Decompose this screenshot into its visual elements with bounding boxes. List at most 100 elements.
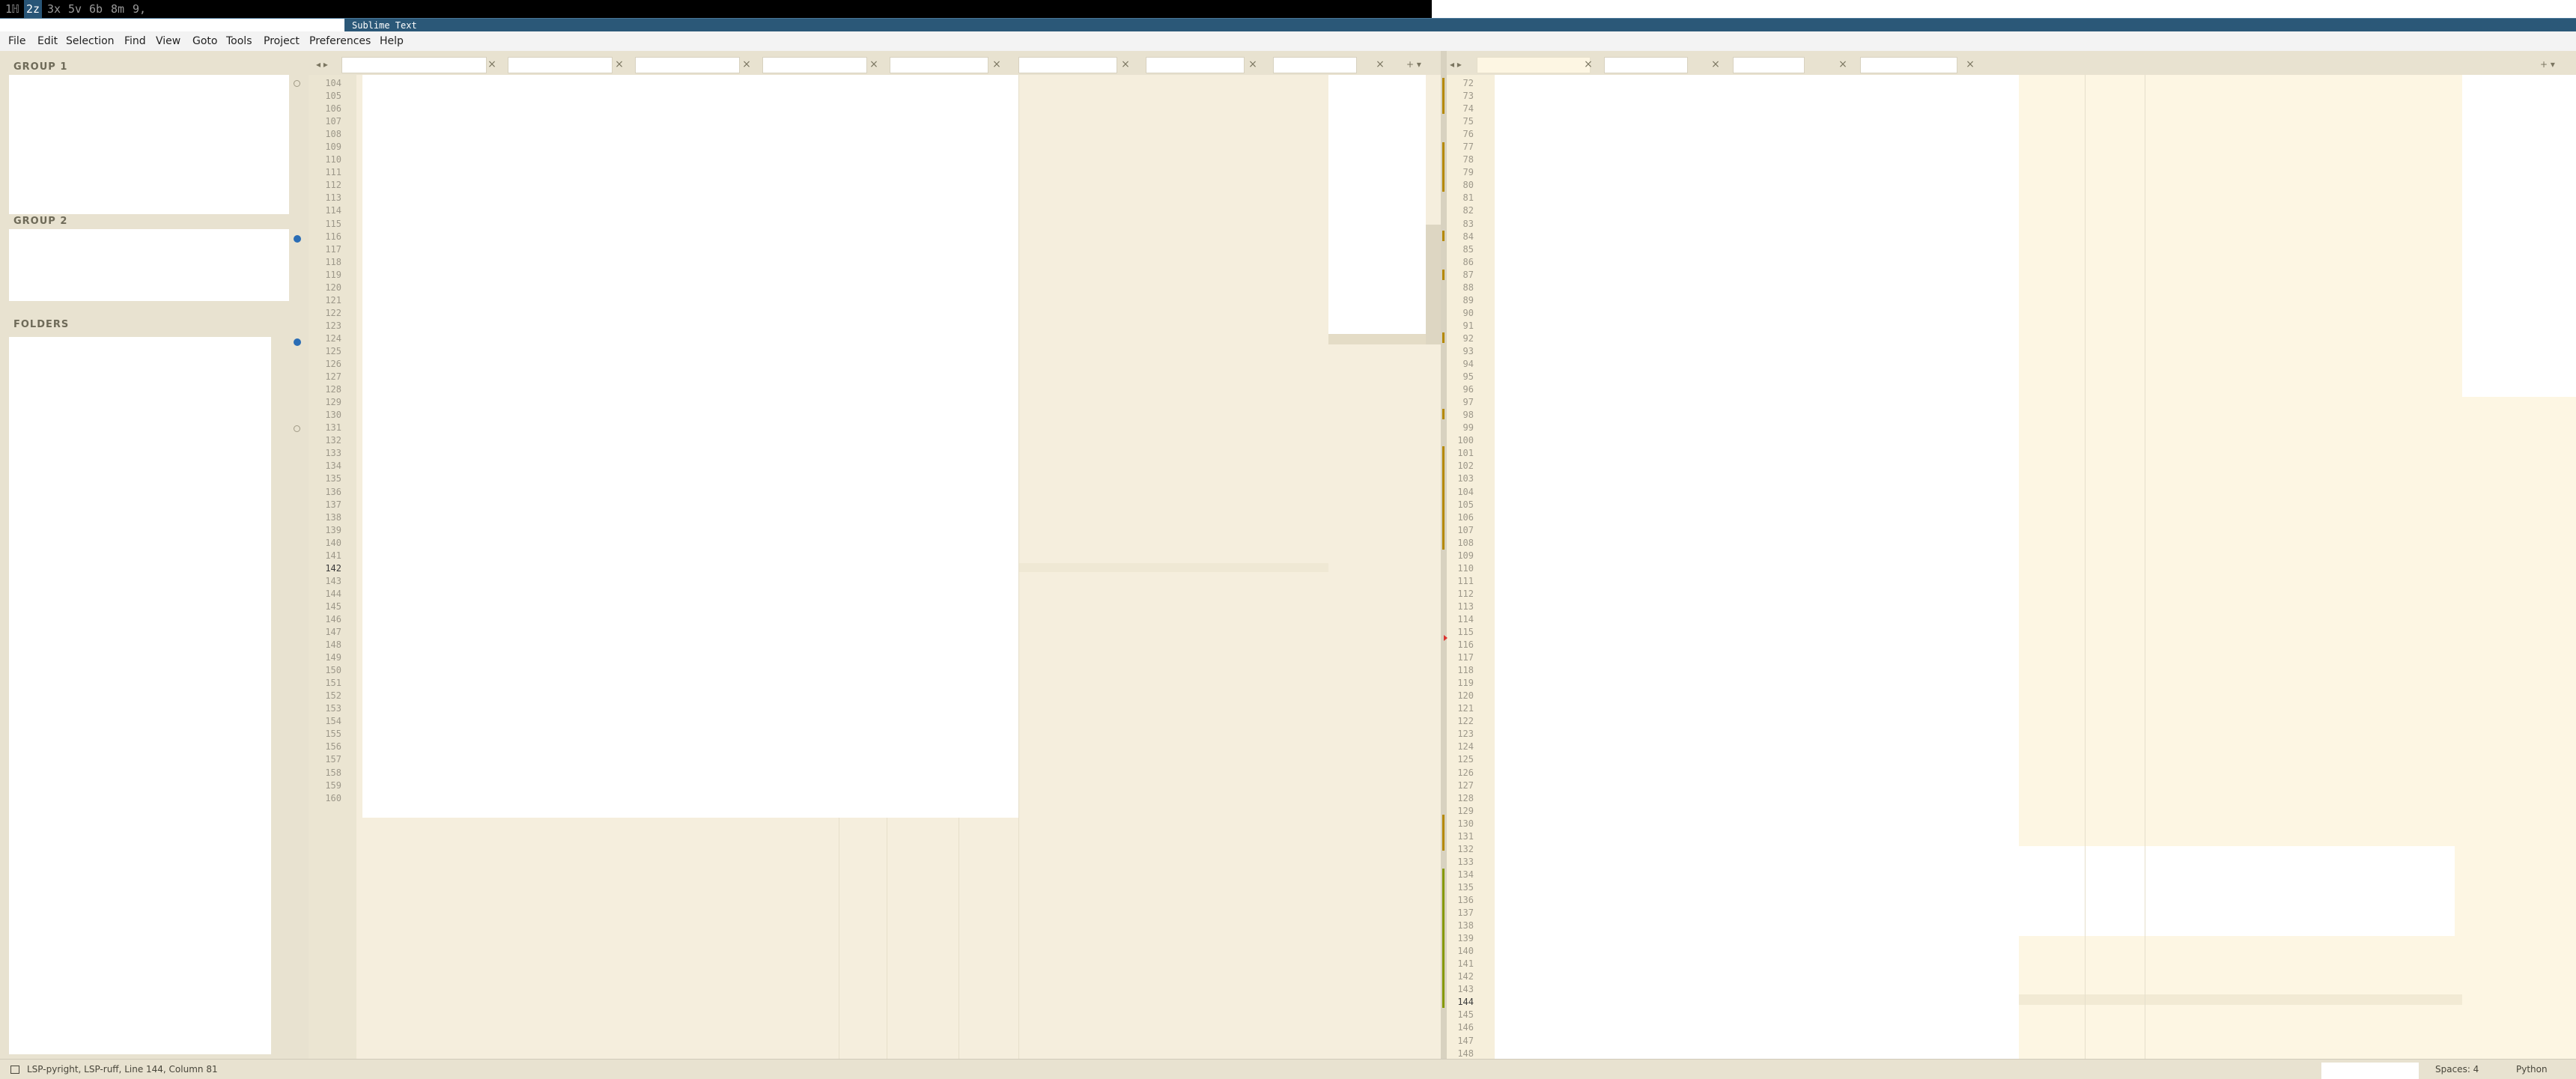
line-number: 113 <box>325 192 341 204</box>
close-icon[interactable]: × <box>614 57 625 72</box>
panel-toggle-icon[interactable] <box>10 1066 19 1074</box>
line-number: 127 <box>1457 779 1474 791</box>
close-icon[interactable]: × <box>1583 57 1594 72</box>
workspace-1[interactable]: 1ℍ <box>3 0 21 18</box>
close-icon[interactable]: × <box>741 57 752 72</box>
line-number: 119 <box>1457 678 1474 689</box>
tab-list-icon[interactable]: + ▾ <box>2540 57 2555 72</box>
line-number: 106 <box>325 103 341 115</box>
indent-guide <box>2085 75 2086 1059</box>
left-minimap[interactable] <box>1328 75 1426 334</box>
line-number: 123 <box>1457 729 1474 740</box>
group1-file-list[interactable] <box>9 75 289 214</box>
close-icon[interactable]: × <box>991 57 1002 72</box>
line-number: 116 <box>1457 639 1474 651</box>
sidebar-group1-header: GROUP 1 <box>13 61 68 73</box>
menu-edit[interactable]: Edit <box>37 31 58 51</box>
tab[interactable] <box>762 57 867 73</box>
workspace-8[interactable]: 8m <box>109 0 127 18</box>
line-number: 96 <box>1462 384 1474 395</box>
menu-view[interactable]: View <box>156 31 180 51</box>
line-number: 106 <box>1457 511 1474 523</box>
line-number: 148 <box>325 639 341 651</box>
menu-selection[interactable]: Selection <box>66 31 115 51</box>
status-indicator-blank <box>2321 1063 2419 1079</box>
tab-scroll-arrows-icon[interactable]: ◂ ▸ <box>316 57 328 72</box>
status-text: LSP-pyright, LSP-ruff, Line 144, Column … <box>27 1064 218 1075</box>
window-title: Sublime Text <box>352 20 417 31</box>
menu-tools[interactable]: Tools <box>226 31 252 51</box>
left-code-area[interactable] <box>362 75 1018 818</box>
close-icon[interactable]: × <box>1375 57 1385 72</box>
close-icon[interactable]: × <box>1120 57 1131 72</box>
line-number: 146 <box>325 613 341 624</box>
workspace-3[interactable]: 3x <box>45 0 63 18</box>
line-number: 77 <box>1462 142 1474 153</box>
close-icon[interactable]: × <box>1838 57 1848 72</box>
line-number: 93 <box>1462 345 1474 356</box>
tab[interactable] <box>635 57 740 73</box>
line-number: 142 <box>1457 971 1474 982</box>
close-icon[interactable]: × <box>1248 57 1258 72</box>
folders-tree[interactable] <box>9 337 271 1054</box>
menu-help[interactable]: Help <box>380 31 404 51</box>
line-number: 129 <box>1457 805 1474 816</box>
right-minimap[interactable] <box>2462 75 2576 397</box>
left-line-numbers: 104 105 106 107 108 109 110 111 112 113 114 115 116 1… <box>309 77 341 805</box>
tab[interactable] <box>1860 57 1957 73</box>
menu-find[interactable]: Find <box>124 31 146 51</box>
line-number: 132 <box>1457 843 1474 854</box>
line-number: 125 <box>325 345 341 356</box>
tab[interactable] <box>1018 57 1117 73</box>
minimap-viewport[interactable] <box>1328 334 1426 344</box>
left-scrollbar-thumb[interactable] <box>1426 225 1441 344</box>
close-icon[interactable]: × <box>487 57 497 72</box>
line-number: 140 <box>1457 946 1474 957</box>
bookmark-icon[interactable] <box>294 235 301 243</box>
tab[interactable] <box>890 57 988 73</box>
line-number: 149 <box>325 652 341 663</box>
menu-preferences[interactable]: Preferences <box>309 31 371 51</box>
line-number: 115 <box>1457 627 1474 638</box>
line-number: 137 <box>1457 908 1474 919</box>
line-number: 159 <box>325 779 341 791</box>
line-number: 80 <box>1462 180 1474 191</box>
line-number: 109 <box>325 142 341 153</box>
workspace-2[interactable]: 2z <box>24 0 43 18</box>
line-number: 78 <box>1462 154 1474 165</box>
tab[interactable] <box>341 57 487 73</box>
line-number: 132 <box>325 435 341 446</box>
bookmark-gutter <box>291 75 309 1059</box>
tab[interactable] <box>1273 57 1357 73</box>
menu-file[interactable]: File <box>8 31 25 51</box>
line-number: 130 <box>1457 818 1474 829</box>
bookmark-icon[interactable] <box>294 338 301 346</box>
workspace-6[interactable]: 6b <box>87 0 105 18</box>
tab-list-icon[interactable]: + ▾ <box>1406 57 1421 72</box>
right-code-area[interactable] <box>1495 75 2019 1059</box>
group2-file-list[interactable] <box>9 229 289 301</box>
close-icon[interactable]: × <box>869 57 879 72</box>
tab-scroll-arrows-icon[interactable]: ◂ ▸ <box>1450 57 1462 72</box>
tab[interactable] <box>1733 57 1805 73</box>
tab[interactable] <box>1146 57 1245 73</box>
line-number: 116 <box>325 231 341 242</box>
menu-goto[interactable]: Goto <box>192 31 217 51</box>
line-number: 87 <box>1462 269 1474 280</box>
line-number: 153 <box>325 703 341 714</box>
workspace-5[interactable]: 5v <box>66 0 84 18</box>
line-number: 152 <box>325 690 341 702</box>
indentation-setting[interactable]: Spaces: 4 <box>2435 1060 2479 1079</box>
line-number: 160 <box>325 792 341 803</box>
line-number: 128 <box>325 384 341 395</box>
menu-project[interactable]: Project <box>264 31 300 51</box>
workspace-9[interactable]: 9, <box>130 0 148 18</box>
line-number: 140 <box>325 537 341 548</box>
workspace-bar-blank <box>1432 0 2576 18</box>
tab-active[interactable] <box>1477 57 1591 73</box>
tab[interactable] <box>508 57 613 73</box>
close-icon[interactable]: × <box>1710 57 1721 72</box>
syntax-selector[interactable]: Python <box>2516 1060 2548 1079</box>
close-icon[interactable]: × <box>1965 57 1975 72</box>
tab[interactable] <box>1604 57 1688 73</box>
